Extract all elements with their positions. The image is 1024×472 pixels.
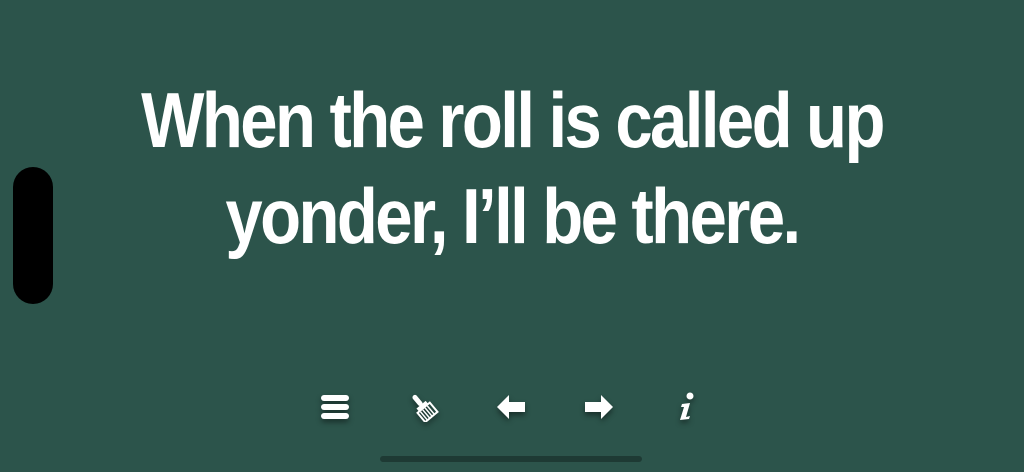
lyric-line-1: When the roll is called up: [141, 76, 885, 164]
info-icon: [680, 392, 694, 420]
presentation-screen: When the roll is called up yonder, I’ll …: [0, 0, 1024, 472]
menu-icon: [321, 395, 349, 419]
arrow-right-icon: [585, 395, 613, 419]
menu-button[interactable]: [305, 382, 365, 432]
next-button[interactable]: [569, 382, 629, 432]
info-button[interactable]: [657, 382, 717, 432]
previous-button[interactable]: [481, 382, 541, 432]
arrow-left-icon: [497, 395, 525, 419]
bottom-toolbar: [305, 382, 717, 432]
lyric-line-2: yonder, I’ll be there.: [225, 172, 801, 260]
paintbrush-icon: [412, 394, 439, 422]
home-indicator[interactable]: [380, 456, 642, 462]
camera-notch: [13, 167, 53, 304]
lyric-text: When the roll is called up yonder, I’ll …: [123, 72, 900, 264]
theme-button[interactable]: [393, 382, 453, 432]
